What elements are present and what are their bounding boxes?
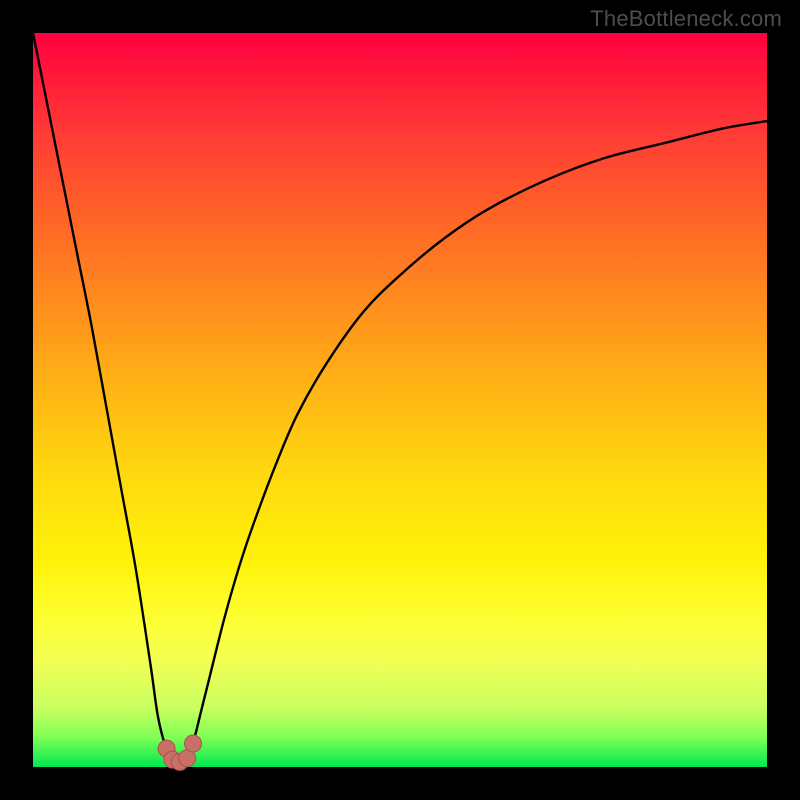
curve-left-branch (33, 33, 172, 760)
curve-right-branch (187, 121, 767, 760)
bottom-markers (158, 735, 201, 770)
watermark-text: TheBottleneck.com (590, 6, 782, 32)
chart-frame: TheBottleneck.com (0, 0, 800, 800)
marker-dot (185, 735, 202, 752)
curve-layer (33, 33, 767, 767)
